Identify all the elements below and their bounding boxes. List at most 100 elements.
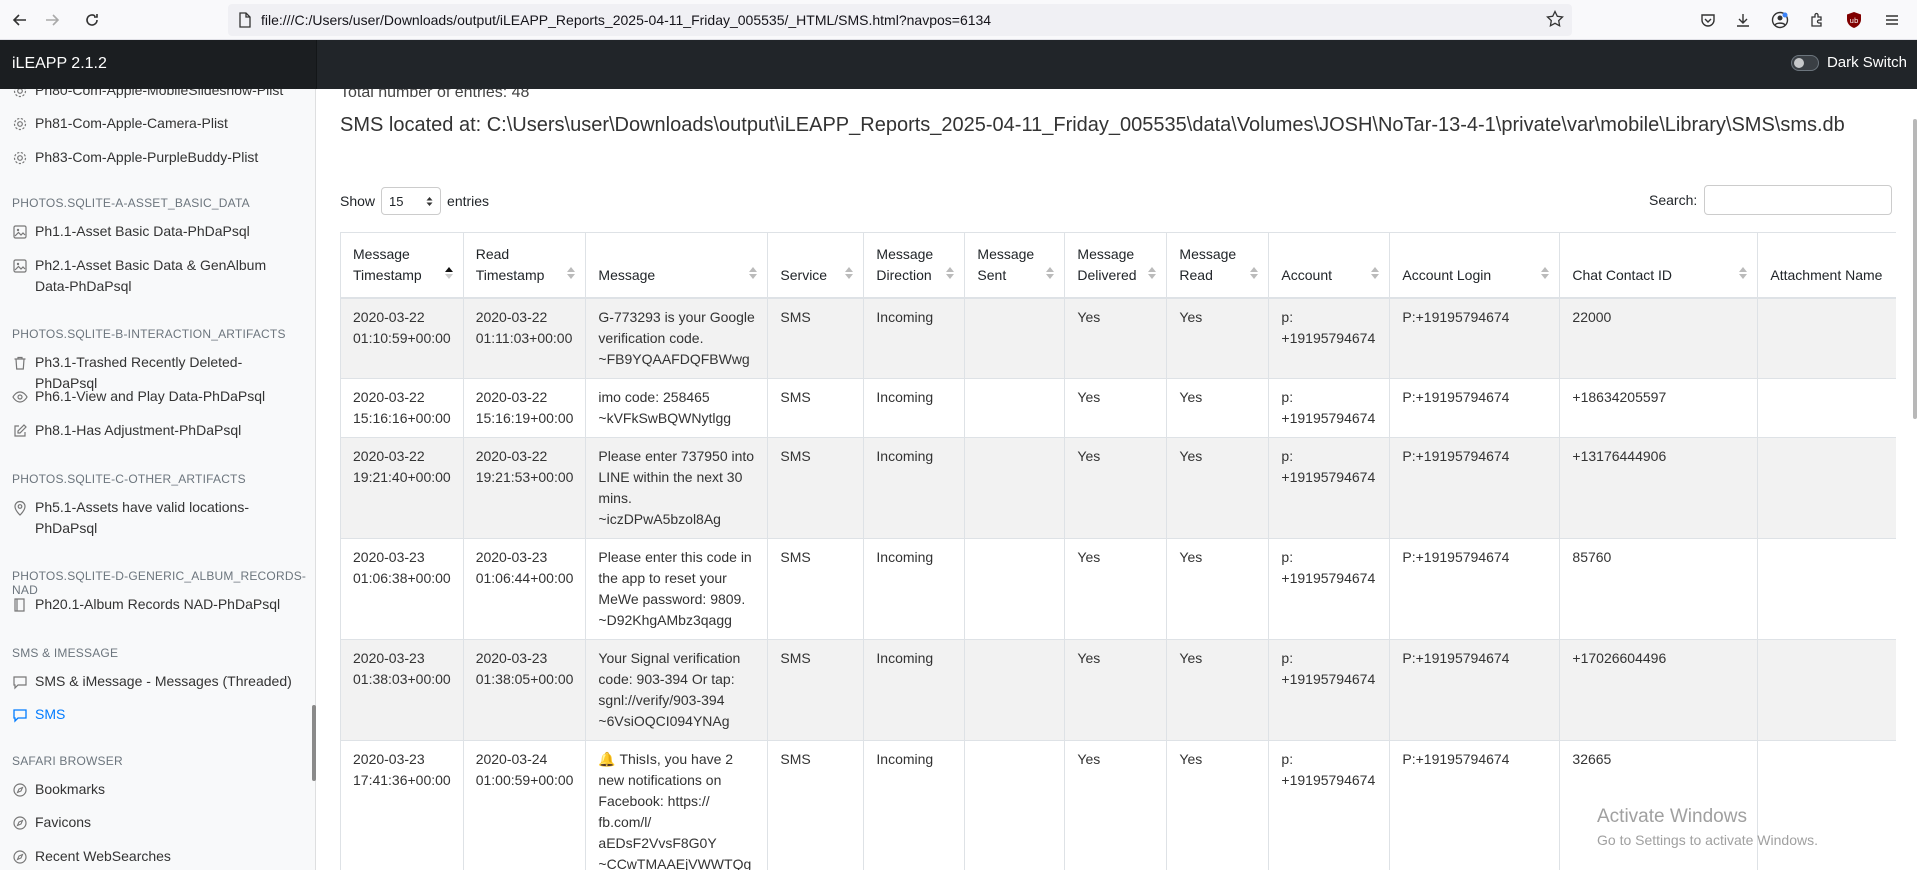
forward-button[interactable] [40,8,64,32]
column-header-attachment-name[interactable]: Attachment Name [1757,232,1896,299]
reload-button[interactable] [80,8,104,32]
account-button[interactable] [1768,8,1792,32]
extensions-button[interactable] [1805,8,1829,32]
sidebar-heading-photos-c: PHOTOS.SQLITE-C-OTHER_ARTIFACTS [12,472,246,486]
table-cell: Please enter this code in the app to res… [585,538,768,640]
sort-arrows-icon [1250,267,1259,279]
column-header-message-delivered[interactable]: Message Delivered [1064,232,1167,299]
sidebar-item-label: Ph8.1-Has Adjustment-PhDaPsql [35,422,242,438]
sidebar-item-label: Ph20.1-Album Records NAD-PhDaPsql [35,596,281,612]
brand-container: iLEAPP 2.1.2 [0,40,316,89]
sidebar-item-ph81[interactable]: Ph81-Com-Apple-Camera-Plist [0,113,316,134]
sidebar-item-bookmarks[interactable]: Bookmarks [0,779,316,800]
gear-icon [13,151,27,165]
table-cell [964,639,1065,741]
table-cell: 2020-03-22 01:11:03+00:00 [462,297,586,379]
book-icon [14,598,25,612]
search-label: Search: [1649,192,1698,208]
table-cell: p: +19195794674 [1268,437,1390,539]
column-header-message-sent[interactable]: Message Sent [964,232,1065,299]
column-header-account[interactable]: Account [1268,232,1390,299]
column-header-label: Message Delivered [1077,246,1137,283]
table-row: 2020-03-22 01:10:59+00:00 2020-03-22 01:1… [340,297,1896,379]
dark-switch[interactable]: Dark Switch [1790,54,1907,71]
ublock-button[interactable]: ub [1842,8,1866,32]
sidebar-item-ph20-1[interactable]: Ph20.1-Album Records NAD-PhDaPsql [0,594,316,615]
document-icon [239,12,251,28]
table-cell: P:+19195794674 [1389,639,1560,741]
table-cell: P:+19195794674 [1389,378,1560,438]
sidebar-item-recent-websearches[interactable]: Recent WebSearches [0,846,316,867]
back-button[interactable] [8,8,32,32]
sidebar-item-sms-imessage-threaded[interactable]: SMS & iMessage - Messages (Threaded) [0,671,316,692]
pocket-button[interactable] [1696,8,1720,32]
image-icon [13,225,27,239]
sidebar-item-ph2-1[interactable]: Ph2.1-Asset Basic Data & GenAlbum Data-P… [0,255,316,297]
arrow-right-icon [46,14,60,26]
sort-arrows-icon [1371,267,1380,279]
table-cell: Yes [1064,740,1167,870]
column-header-label: Read Timestamp [475,246,545,283]
sidebar-item-ph8-1[interactable]: Ph8.1-Has Adjustment-PhDaPsql [0,420,316,441]
sort-arrows-icon [749,267,758,279]
ublock-origin-icon: ub [1847,12,1861,28]
entries-label: entries [447,193,490,209]
column-header-label: Chat Contact ID [1572,267,1673,283]
table-cell [964,740,1065,870]
column-header-message-timestamp[interactable]: Message Timestamp [340,232,464,299]
menu-button[interactable] [1880,8,1904,32]
column-header-service[interactable]: Service [767,232,864,299]
table-cell [1757,639,1896,741]
table-cell: Yes [1064,538,1167,640]
table-cell: Incoming [863,437,965,539]
dark-switch-toggle[interactable] [1790,54,1819,71]
app-brand[interactable]: iLEAPP 2.1.2 [12,55,107,73]
downloads-button[interactable] [1731,8,1755,32]
sidebar-item-sms[interactable]: SMS [0,704,316,725]
sort-arrows-icon [567,267,576,279]
table-cell [1757,297,1896,379]
table-header-row: Message Timestamp Read Timestamp Message… [340,232,1896,299]
table-cell: 2020-03-23 17:41:36+00:00 [340,740,464,870]
table-cell [1757,378,1896,438]
sidebar-item-ph83[interactable]: Ph83-Com-Apple-PurpleBuddy-Plist [0,147,316,168]
image-icon [13,259,27,273]
show-label: Show [340,193,376,209]
main-content: Total number of entries: 48 SMS located … [316,89,1917,870]
sort-arrows-icon [946,267,955,279]
column-header-account-login[interactable]: Account Login [1389,232,1560,299]
sort-arrows-icon [845,267,854,279]
sort-arrows-icon [1739,267,1748,279]
url-text: file:///C:/Users/user/Downloads/output/i… [261,12,992,28]
address-bar[interactable]: file:///C:/Users/user/Downloads/output/i… [228,4,1572,36]
column-header-message-direction[interactable]: Message Direction [863,232,965,299]
sidebar-item-label: Favicons [35,814,92,830]
table-cell [964,538,1065,640]
page-length-select[interactable]: 15 [381,187,442,215]
column-header-message-read[interactable]: Message Read [1166,232,1269,299]
search-input[interactable] [1704,185,1892,215]
table-cell: Yes [1166,538,1269,640]
map-pin-icon [14,500,26,516]
table-cell: +13176444906 [1559,437,1758,539]
column-header-message[interactable]: Message [585,232,768,299]
column-header-chat-contact-id[interactable]: Chat Contact ID [1559,232,1758,299]
compass-icon [13,816,27,830]
sidebar-heading-photos-d: PHOTOS.SQLITE-D-GENERIC_ALBUM_RECORDS-NA… [12,569,307,597]
column-header-label: Service [780,267,828,283]
sidebar-item-ph6-1[interactable]: Ph6.1-View and Play Data-PhDaPsql [0,386,316,407]
puzzle-icon [1811,12,1822,27]
sidebar-item-ph80[interactable]: Ph80-Com-Apple-MobileSlideshow-Plist [0,89,316,101]
sidebar-heading-safari: SAFARI BROWSER [12,754,123,768]
sidebar-item-label: SMS & iMessage - Messages (Threaded) [35,673,292,689]
table-cell: p: +19195794674 [1268,538,1390,640]
sort-arrows-icon [1541,267,1550,279]
main-scrollbar[interactable] [1913,119,1917,419]
column-header-read-timestamp[interactable]: Read Timestamp [462,232,586,299]
sidebar-item-ph5-1[interactable]: Ph5.1-Assets have valid locations-PhDaPs… [0,497,316,539]
star-icon[interactable] [1546,10,1564,28]
edit-icon [14,424,27,437]
sidebar-item-favicons[interactable]: Favicons [0,812,316,833]
table-cell [964,378,1065,438]
sidebar-item-ph1-1[interactable]: Ph1.1-Asset Basic Data-PhDaPsql [0,221,316,242]
